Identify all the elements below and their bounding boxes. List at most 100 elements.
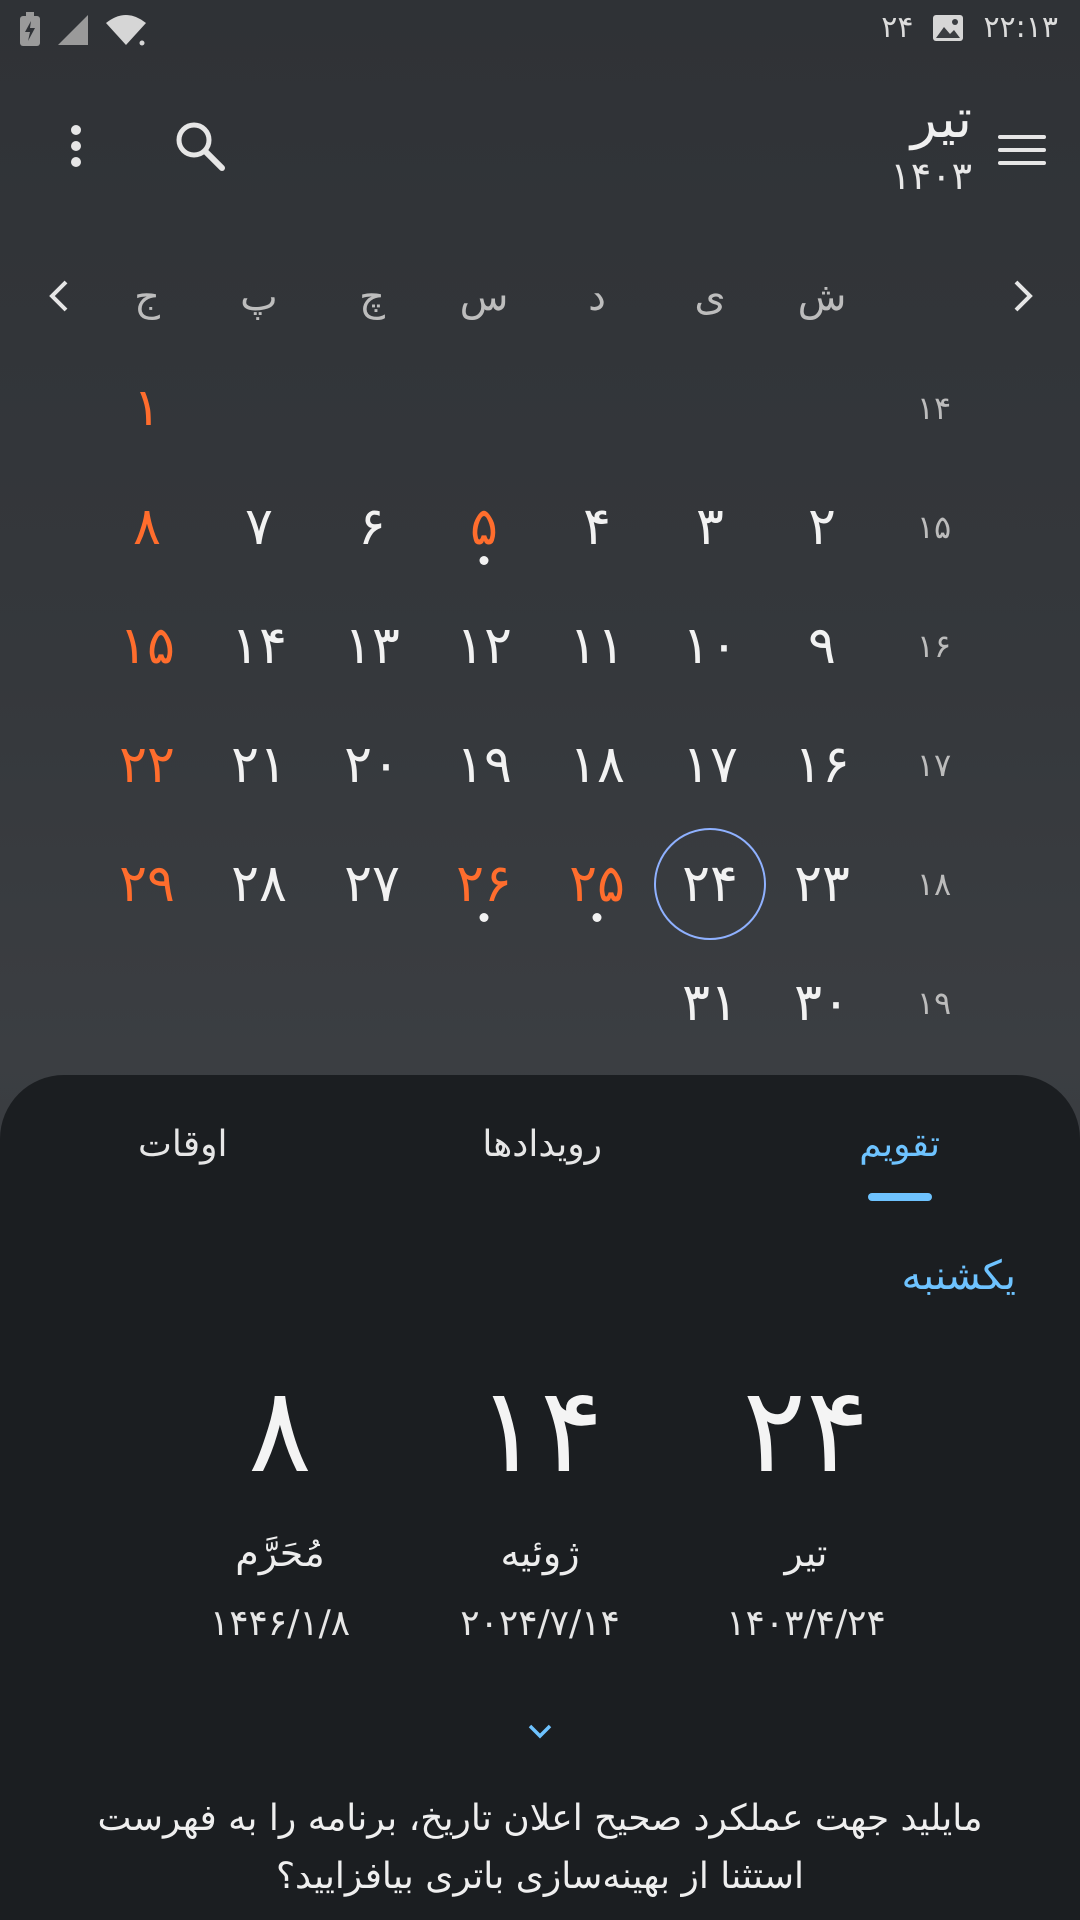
event-dot — [479, 913, 489, 922]
weekday-label: ش — [797, 274, 847, 320]
day-cell[interactable]: ۲۶ — [428, 828, 540, 940]
week-number: ۱۷ — [916, 746, 952, 784]
day-cell[interactable]: ۲۷ — [316, 828, 428, 940]
battery-optimization-notice[interactable]: مایلید جهت عملکرد صحیح اعلان تاریخ، برنا… — [70, 1790, 1010, 1906]
day-cell[interactable]: ۱۸ — [541, 709, 653, 821]
day-cell[interactable]: ۲۸ — [203, 828, 315, 940]
chevron-right-icon — [1014, 280, 1033, 312]
month-title[interactable]: تیر ۱۴۰۳ — [890, 84, 972, 198]
day-cell[interactable]: ۲۲ — [91, 709, 203, 821]
weekday-label: ی — [694, 274, 726, 320]
day-cell[interactable]: ۱۳ — [316, 590, 428, 702]
event-dot — [592, 913, 602, 922]
next-month-button[interactable] — [1002, 276, 1042, 316]
day-cell[interactable]: ۸ — [91, 471, 203, 583]
day-cell[interactable]: ۱۷ — [654, 709, 766, 821]
day-number: ۱۹ — [456, 735, 512, 795]
day-number: ۱۲ — [456, 616, 512, 676]
wifi-icon — [104, 13, 148, 47]
signal-icon — [56, 13, 90, 47]
islamic-month-name: مُحَرَّم — [235, 1531, 325, 1575]
tab-times[interactable]: اوقات — [138, 1115, 227, 1175]
day-cell[interactable]: ۲۹ — [91, 828, 203, 940]
day-number: ۲۶ — [456, 854, 512, 914]
selected-weekday: یکشنبه — [901, 1253, 1017, 1299]
day-number: ۲۲ — [119, 735, 175, 795]
day-cell[interactable]: ۱۱ — [541, 590, 653, 702]
day-number: ۴ — [583, 497, 611, 557]
bottom-sheet: تقویم رویدادها اوقات یکشنبه ۲۴ تیر ۱۴۰۳/… — [0, 1075, 1080, 1920]
day-cell[interactable]: ۱۴ — [203, 590, 315, 702]
gregorian-date-card[interactable]: ۱۴ ژوئیه ۲۰۲۴/۷/۱۴ — [420, 1355, 660, 1649]
day-number: ۸ — [133, 497, 161, 557]
day-cell[interactable]: ۴ — [541, 471, 653, 583]
day-number: ۲ — [808, 497, 836, 557]
search-button[interactable] — [170, 116, 230, 176]
week-number: ۱۸ — [916, 865, 952, 903]
tab-calendar[interactable]: تقویم — [859, 1115, 940, 1175]
day-cell[interactable]: ۲۳ — [766, 828, 878, 940]
day-number: ۳۰ — [794, 973, 850, 1033]
day-cell[interactable]: ۷ — [203, 471, 315, 583]
persian-day-number: ۲۴ — [742, 1361, 870, 1499]
day-cell[interactable]: ۳۱ — [654, 947, 766, 1059]
prev-month-button[interactable] — [40, 276, 80, 316]
day-cell[interactable]: ۲ — [766, 471, 878, 583]
weekday-label: چ — [359, 274, 385, 320]
day-cell[interactable]: ۱۵ — [91, 590, 203, 702]
day-cell[interactable]: ۶ — [316, 471, 428, 583]
expand-button[interactable] — [524, 1715, 556, 1747]
day-number: ۱۰ — [682, 616, 738, 676]
notification-date-badge: ۲۴ — [881, 10, 914, 45]
islamic-full-date: ۱۴۴۶/۱/۸ — [209, 1603, 351, 1644]
week-number: ۱۹ — [916, 984, 952, 1022]
day-cell[interactable]: ۳ — [654, 471, 766, 583]
persian-month-name: تیر — [784, 1531, 828, 1575]
day-number: ۳ — [696, 497, 724, 557]
day-number: ۲۳ — [794, 854, 850, 914]
weekday-label: پ — [240, 274, 278, 320]
day-number: ۱۶ — [794, 735, 850, 795]
day-cell[interactable]: ۱ — [91, 352, 203, 464]
tab-events[interactable]: رویدادها — [482, 1115, 602, 1175]
day-number: ۲۸ — [231, 854, 287, 914]
day-number: ۲۰ — [344, 735, 400, 795]
day-cell[interactable]: ۲۱ — [203, 709, 315, 821]
chevron-down-icon — [528, 1724, 552, 1739]
persian-date-card[interactable]: ۲۴ تیر ۱۴۰۳/۴/۲۴ — [686, 1355, 926, 1649]
app-header: تیر ۱۴۰۳ — [0, 64, 1080, 244]
hamburger-icon — [998, 135, 1046, 165]
day-cell[interactable]: ۹ — [766, 590, 878, 702]
day-number: ۲۴ — [682, 854, 738, 914]
year-label: ۱۴۰۳ — [890, 154, 972, 198]
gregorian-full-date: ۲۰۲۴/۷/۱۴ — [460, 1603, 620, 1644]
day-cell[interactable]: ۱۰ — [654, 590, 766, 702]
weekday-header: ش ی د س چ پ ج — [0, 262, 1080, 332]
day-number: ۱۴ — [231, 616, 287, 676]
week-number: ۱۶ — [916, 627, 952, 665]
islamic-date-card[interactable]: ۸ مُحَرَّم ۱۴۴۶/۱/۸ — [160, 1355, 400, 1649]
day-number: ۱۸ — [569, 735, 625, 795]
day-number: ۹ — [808, 616, 836, 676]
day-number: ۳۱ — [682, 973, 738, 1033]
more-options-button[interactable] — [56, 116, 96, 176]
islamic-day-number: ۸ — [248, 1361, 312, 1499]
image-notification-icon — [931, 13, 965, 43]
day-cell[interactable]: ۱۹ — [428, 709, 540, 821]
menu-button[interactable] — [994, 122, 1050, 178]
day-cell[interactable]: ۲۵ — [541, 828, 653, 940]
day-cell[interactable]: ۲۰ — [316, 709, 428, 821]
day-cell[interactable]: ۳۰ — [766, 947, 878, 1059]
active-tab-indicator — [868, 1193, 932, 1201]
day-cell-today[interactable]: ۲۴ — [654, 828, 766, 940]
weekday-label: ج — [134, 274, 160, 320]
week-number: ۱۵ — [916, 508, 952, 546]
month-name: تیر — [910, 87, 972, 150]
day-number: ۱۳ — [344, 616, 400, 676]
search-icon — [176, 122, 225, 171]
day-cell[interactable]: ۱۶ — [766, 709, 878, 821]
day-cell[interactable]: ۵ — [428, 471, 540, 583]
status-bar: ۲۴ ۲۲:۱۳ — [0, 0, 1080, 64]
event-dot — [479, 556, 489, 565]
day-cell[interactable]: ۱۲ — [428, 590, 540, 702]
